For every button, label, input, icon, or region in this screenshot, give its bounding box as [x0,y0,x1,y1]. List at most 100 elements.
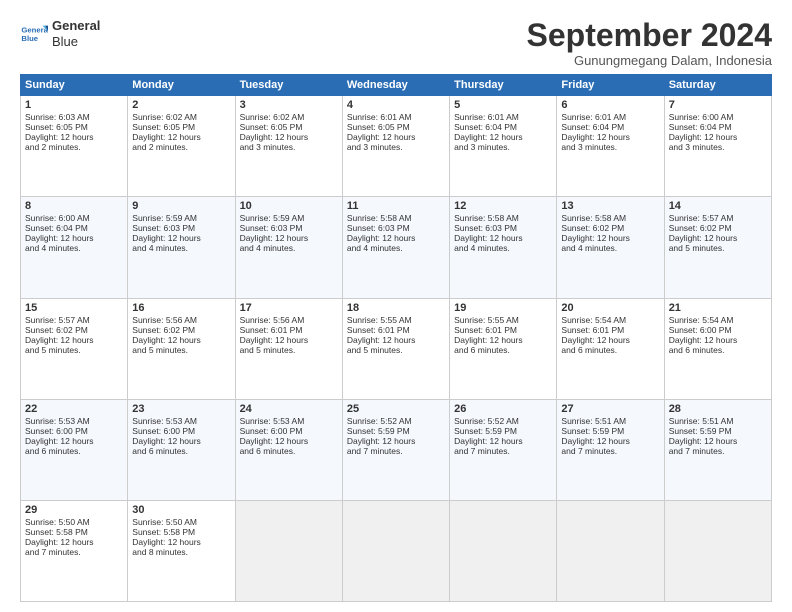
day-info: and 7 minutes. [347,446,445,456]
day-info: Sunrise: 6:01 AM [561,112,659,122]
day-info: Sunrise: 6:03 AM [25,112,123,122]
day-number: 25 [347,403,445,415]
day-info: Sunrise: 5:58 AM [347,213,445,223]
day-number: 14 [669,200,767,212]
day-info: Sunrise: 5:59 AM [132,213,230,223]
day-info: and 7 minutes. [561,446,659,456]
calendar-cell: 30Sunrise: 5:50 AMSunset: 5:58 PMDayligh… [128,500,235,601]
weekday-header-saturday: Saturday [664,75,771,96]
day-info: and 6 minutes. [240,446,338,456]
day-info: and 3 minutes. [240,142,338,152]
calendar-cell: 27Sunrise: 5:51 AMSunset: 5:59 PMDayligh… [557,399,664,500]
calendar-cell: 5Sunrise: 6:01 AMSunset: 6:04 PMDaylight… [450,96,557,197]
day-number: 30 [132,504,230,516]
day-info: Sunset: 6:05 PM [240,122,338,132]
day-info: Sunrise: 6:01 AM [454,112,552,122]
day-info: Sunrise: 5:56 AM [240,315,338,325]
day-info: Sunrise: 6:00 AM [669,112,767,122]
day-info: Daylight: 12 hours [25,233,123,243]
day-info: and 6 minutes. [454,345,552,355]
day-info: Sunrise: 5:54 AM [669,315,767,325]
calendar-cell: 16Sunrise: 5:56 AMSunset: 6:02 PMDayligh… [128,298,235,399]
day-number: 12 [454,200,552,212]
day-info: Daylight: 12 hours [454,335,552,345]
day-number: 16 [132,302,230,314]
day-info: and 3 minutes. [454,142,552,152]
calendar-cell: 25Sunrise: 5:52 AMSunset: 5:59 PMDayligh… [342,399,449,500]
calendar-cell: 13Sunrise: 5:58 AMSunset: 6:02 PMDayligh… [557,197,664,298]
day-info: and 4 minutes. [25,243,123,253]
calendar-cell: 6Sunrise: 6:01 AMSunset: 6:04 PMDaylight… [557,96,664,197]
day-info: Sunset: 6:03 PM [454,223,552,233]
calendar-cell: 10Sunrise: 5:59 AMSunset: 6:03 PMDayligh… [235,197,342,298]
day-number: 26 [454,403,552,415]
day-number: 17 [240,302,338,314]
day-info: Sunset: 6:03 PM [240,223,338,233]
day-info: and 4 minutes. [240,243,338,253]
day-info: Sunset: 6:00 PM [240,426,338,436]
day-number: 10 [240,200,338,212]
calendar-cell: 19Sunrise: 5:55 AMSunset: 6:01 PMDayligh… [450,298,557,399]
weekday-header-thursday: Thursday [450,75,557,96]
day-info: Sunrise: 6:02 AM [132,112,230,122]
calendar-cell: 7Sunrise: 6:00 AMSunset: 6:04 PMDaylight… [664,96,771,197]
day-info: Sunset: 5:59 PM [561,426,659,436]
day-info: and 4 minutes. [132,243,230,253]
day-info: and 3 minutes. [561,142,659,152]
day-info: and 6 minutes. [25,446,123,456]
day-info: and 6 minutes. [561,345,659,355]
day-info: Sunset: 6:01 PM [561,325,659,335]
day-info: Daylight: 12 hours [561,233,659,243]
day-number: 11 [347,200,445,212]
day-info: Daylight: 12 hours [25,335,123,345]
weekday-header-sunday: Sunday [21,75,128,96]
day-info: and 6 minutes. [132,446,230,456]
day-number: 8 [25,200,123,212]
day-info: Sunset: 6:04 PM [561,122,659,132]
day-info: Sunrise: 5:58 AM [561,213,659,223]
day-number: 23 [132,403,230,415]
day-info: Daylight: 12 hours [25,132,123,142]
page: General Blue General Blue September 2024… [0,0,792,612]
day-number: 24 [240,403,338,415]
day-info: Sunrise: 5:52 AM [454,416,552,426]
day-number: 22 [25,403,123,415]
month-title: September 2024 [527,18,772,53]
day-info: Daylight: 12 hours [561,132,659,142]
day-info: Daylight: 12 hours [132,436,230,446]
day-info: Daylight: 12 hours [454,436,552,446]
day-info: Sunset: 6:01 PM [347,325,445,335]
day-info: Daylight: 12 hours [25,537,123,547]
day-info: Sunrise: 5:55 AM [454,315,552,325]
day-info: Daylight: 12 hours [669,436,767,446]
day-number: 7 [669,99,767,111]
calendar-cell: 17Sunrise: 5:56 AMSunset: 6:01 PMDayligh… [235,298,342,399]
day-info: Sunrise: 5:56 AM [132,315,230,325]
day-info: and 5 minutes. [669,243,767,253]
day-info: and 5 minutes. [347,345,445,355]
weekday-header-wednesday: Wednesday [342,75,449,96]
day-info: Daylight: 12 hours [347,233,445,243]
day-info: Daylight: 12 hours [240,233,338,243]
day-number: 18 [347,302,445,314]
day-info: Daylight: 12 hours [132,537,230,547]
day-number: 29 [25,504,123,516]
day-info: Daylight: 12 hours [240,436,338,446]
calendar-cell [557,500,664,601]
day-info: Sunrise: 6:00 AM [25,213,123,223]
logo-general: General [52,18,100,34]
day-info: and 7 minutes. [454,446,552,456]
day-info: Daylight: 12 hours [132,233,230,243]
day-info: Sunset: 5:58 PM [132,527,230,537]
day-info: Sunset: 6:00 PM [669,325,767,335]
calendar-cell: 24Sunrise: 5:53 AMSunset: 6:00 PMDayligh… [235,399,342,500]
day-info: Sunset: 5:59 PM [347,426,445,436]
day-info: and 7 minutes. [25,547,123,557]
day-info: Daylight: 12 hours [347,132,445,142]
day-info: and 5 minutes. [25,345,123,355]
day-number: 5 [454,99,552,111]
day-info: Sunset: 5:59 PM [669,426,767,436]
day-number: 4 [347,99,445,111]
day-info: Daylight: 12 hours [347,436,445,446]
day-info: Sunset: 6:02 PM [669,223,767,233]
